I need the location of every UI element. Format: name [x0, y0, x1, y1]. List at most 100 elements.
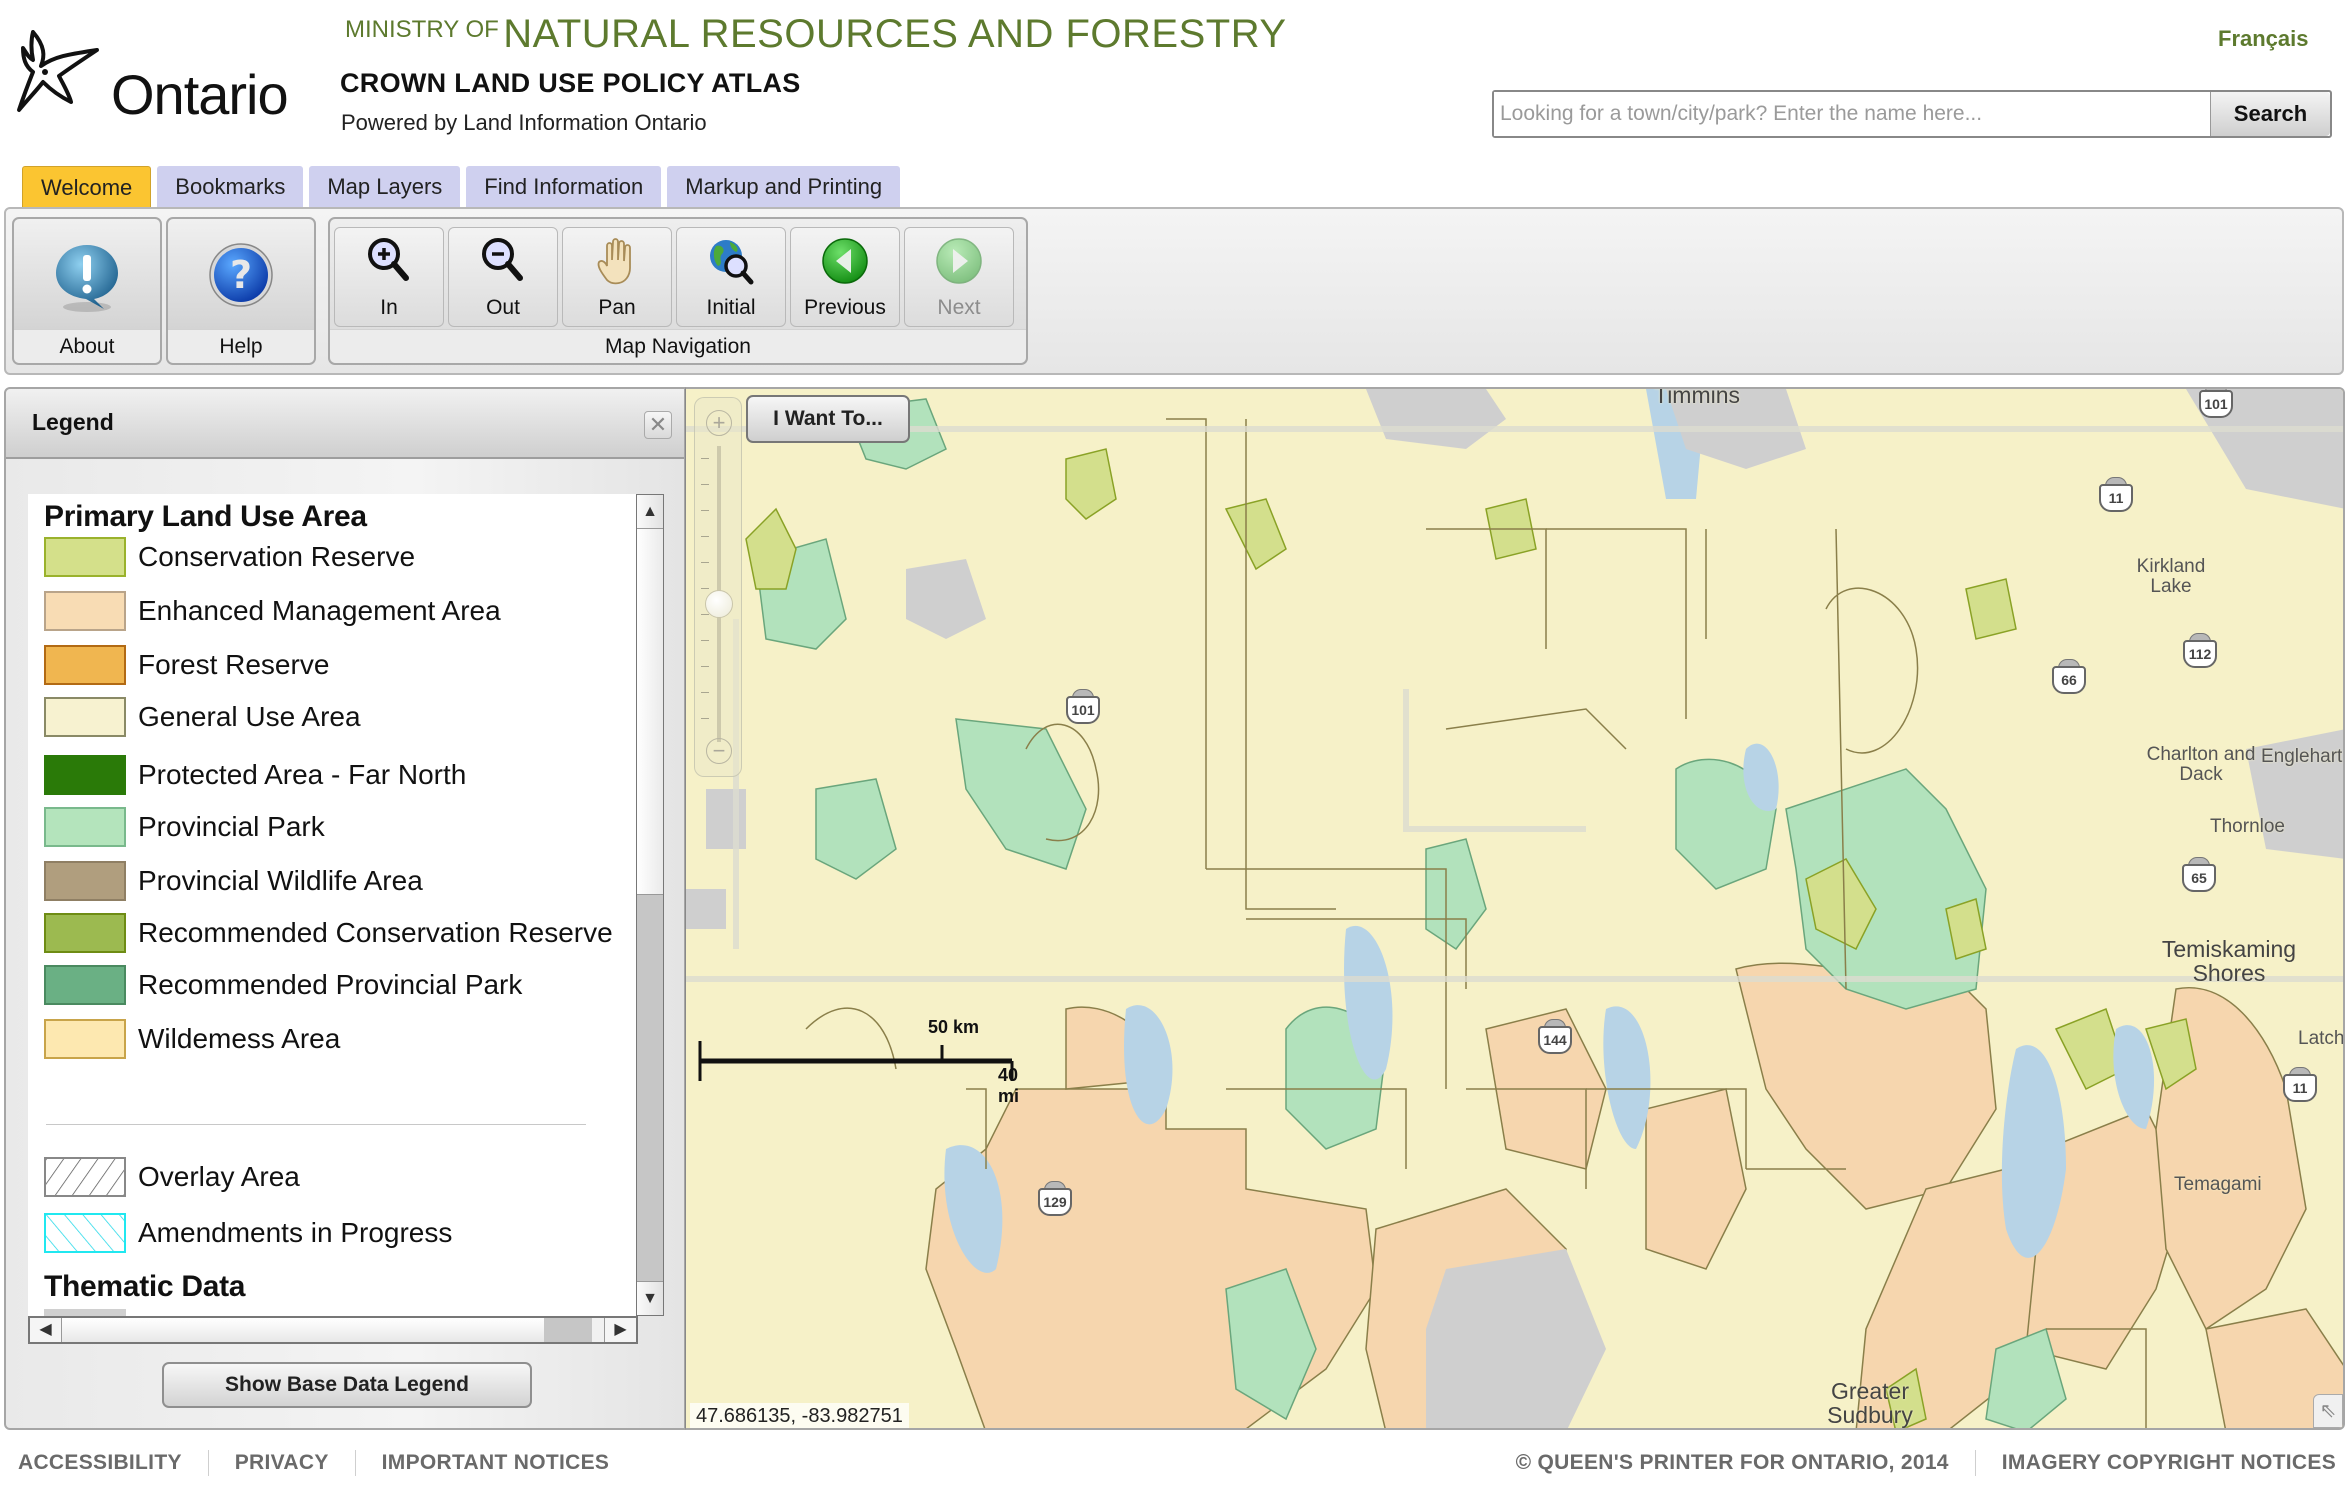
scroll-up-arrow-icon[interactable]: ▲ — [637, 495, 663, 529]
highway-shield-icon: 129 — [1038, 1181, 1072, 1217]
zoom-slider-handle[interactable] — [705, 590, 733, 618]
legend-item: Provincial Wildlife Area — [44, 860, 423, 902]
legend-item: Enhanced Management Area — [44, 590, 501, 632]
expand-arrow-icon[interactable]: ⇖ — [2313, 1394, 2343, 1428]
legend-swatch — [44, 697, 126, 737]
footer-divider — [354, 1450, 356, 1476]
legend-item-label: Overlay Area — [138, 1161, 300, 1192]
next-extent-button[interactable]: Next — [904, 227, 1014, 327]
scroll-thumb[interactable] — [62, 1318, 544, 1342]
scroll-down-arrow-icon[interactable]: ▼ — [637, 1281, 663, 1315]
legend-item-label: Provincial Park — [138, 811, 325, 842]
legend-scroll-area: Primary Land Use Area Conservation Reser… — [28, 494, 638, 1316]
zoom-slider-plus-icon[interactable]: + — [706, 410, 732, 436]
zoom-in-button[interactable]: In — [334, 227, 444, 327]
legend-item: General Use Area — [44, 696, 361, 738]
place-label: Englehart — [2261, 746, 2343, 767]
help-label: Help — [168, 329, 314, 363]
footer-divider — [207, 1450, 209, 1476]
ribbon-toolbar: About ? Help In Out Pan Initial Previous… — [4, 207, 2344, 375]
zoom-in-label: In — [380, 296, 398, 319]
scale-bar-line — [698, 1041, 1014, 1081]
zoom-out-label: Out — [486, 296, 520, 319]
map-viewer[interactable]: + − I Want To... Timmins Kirkland Lake C… — [685, 387, 2345, 1430]
scale-bar: 50 km 40 mi — [698, 1017, 1019, 1106]
legend-horizontal-scrollbar[interactable]: ◀ ▶ — [28, 1316, 638, 1344]
legend-item-label: General Use Area — [138, 701, 361, 732]
legend-swatch — [44, 591, 126, 631]
tab-find-information[interactable]: Find Information — [466, 166, 662, 208]
next-arrow-icon — [936, 238, 982, 284]
legend-item: Conservation Reserve — [44, 536, 415, 578]
map-canvas[interactable] — [686, 389, 2345, 1430]
zoom-slider[interactable]: + − — [694, 397, 742, 777]
tab-bookmarks[interactable]: Bookmarks — [157, 166, 304, 208]
show-base-data-legend-button[interactable]: Show Base Data Legend — [162, 1362, 532, 1408]
legend-panel: Legend ✕ Primary Land Use Area Conservat… — [4, 387, 686, 1430]
privacy-link[interactable]: PRIVACY — [235, 1451, 329, 1475]
legend-item: Protected Area - Far North — [44, 754, 466, 796]
accessibility-link[interactable]: ACCESSIBILITY — [18, 1451, 182, 1475]
highway-shield-icon: 65 — [2182, 857, 2216, 893]
language-toggle-link[interactable]: Français — [2218, 26, 2309, 52]
ontario-logo[interactable]: Ontario — [15, 22, 305, 126]
map-navigation-label: Map Navigation — [330, 329, 1026, 363]
legend-item: Forest Reserve — [44, 644, 329, 686]
search-input[interactable] — [1494, 92, 2210, 136]
main-tabs: Welcome Bookmarks Map Layers Find Inform… — [22, 166, 901, 208]
place-label: Temagami — [2174, 1174, 2262, 1195]
close-icon[interactable]: ✕ — [644, 411, 672, 439]
zoom-out-button[interactable]: Out — [448, 227, 558, 327]
pan-button[interactable]: Pan — [562, 227, 672, 327]
imagery-copyright-link[interactable]: IMAGERY COPYRIGHT NOTICES — [2002, 1451, 2336, 1475]
highway-shield-icon: 11 — [2283, 1067, 2317, 1103]
pan-hand-icon — [597, 238, 631, 285]
page-title: CROWN LAND USE POLICY ATLAS — [340, 68, 801, 98]
ministry-title: NATURAL RESOURCES AND FORESTRY — [503, 12, 1287, 56]
footer-divider — [1974, 1450, 1976, 1476]
legend-item-label: Forest Reserve — [138, 649, 330, 680]
scale-mi-label: 40 mi — [998, 1065, 1020, 1106]
legend-item: Recommended Provincial Park — [44, 964, 522, 1006]
initial-extent-label: Initial — [706, 296, 756, 319]
tab-welcome[interactable]: Welcome — [22, 166, 152, 208]
previous-arrow-icon — [822, 238, 868, 284]
legend-vertical-scrollbar[interactable]: ▲ ▼ — [636, 494, 664, 1316]
zoom-slider-minus-icon[interactable]: − — [706, 738, 732, 764]
scroll-thumb[interactable] — [637, 529, 663, 895]
primary-land-use-heading: Primary Land Use Area — [44, 500, 367, 533]
legend-swatch — [44, 645, 126, 685]
copyright-text[interactable]: © QUEEN'S PRINTER FOR ONTARIO, 2014 — [1516, 1451, 1949, 1475]
tab-map-layers[interactable]: Map Layers — [309, 166, 461, 208]
search-button[interactable]: Search — [2210, 92, 2330, 136]
highway-shield-icon: 112 — [2183, 633, 2217, 669]
globe-zoom-icon — [710, 240, 754, 285]
scroll-track[interactable] — [544, 1318, 592, 1342]
place-label: Thornloe — [2210, 816, 2285, 837]
important-notices-link[interactable]: IMPORTANT NOTICES — [382, 1451, 610, 1475]
private-land-swatch — [44, 1309, 126, 1316]
trillium-icon — [17, 30, 99, 112]
tab-markup-and-printing[interactable]: Markup and Printing — [667, 166, 901, 208]
svg-text:?: ? — [230, 253, 252, 297]
highway-shield-icon: 101 — [2199, 389, 2233, 419]
legend-swatch — [44, 861, 126, 901]
scroll-track[interactable] — [637, 895, 663, 1281]
scroll-left-arrow-icon[interactable]: ◀ — [30, 1318, 62, 1342]
help-button[interactable]: ? Help — [166, 217, 316, 365]
place-label: Temiskaming Shores — [2161, 936, 2297, 986]
legend-item-label: Conservation Reserve — [138, 541, 416, 572]
previous-extent-button[interactable]: Previous — [790, 227, 900, 327]
place-label: Greater Sudbury — [1827, 1378, 1913, 1428]
help-question-icon: ? — [209, 243, 273, 307]
initial-extent-button[interactable]: Initial — [676, 227, 786, 327]
legend-swatch — [44, 913, 126, 953]
highway-shield-icon: 101 — [1066, 689, 1100, 725]
legend-item: Recommended Conservation Reserve — [44, 912, 613, 954]
scroll-right-arrow-icon[interactable]: ▶ — [604, 1318, 636, 1342]
about-button[interactable]: About — [12, 217, 162, 365]
i-want-to-button[interactable]: I Want To... — [746, 395, 910, 443]
legend-swatch — [44, 755, 126, 795]
legend-item: Amendments in Progress — [44, 1212, 452, 1254]
legend-item: Provincial Park — [44, 806, 325, 848]
